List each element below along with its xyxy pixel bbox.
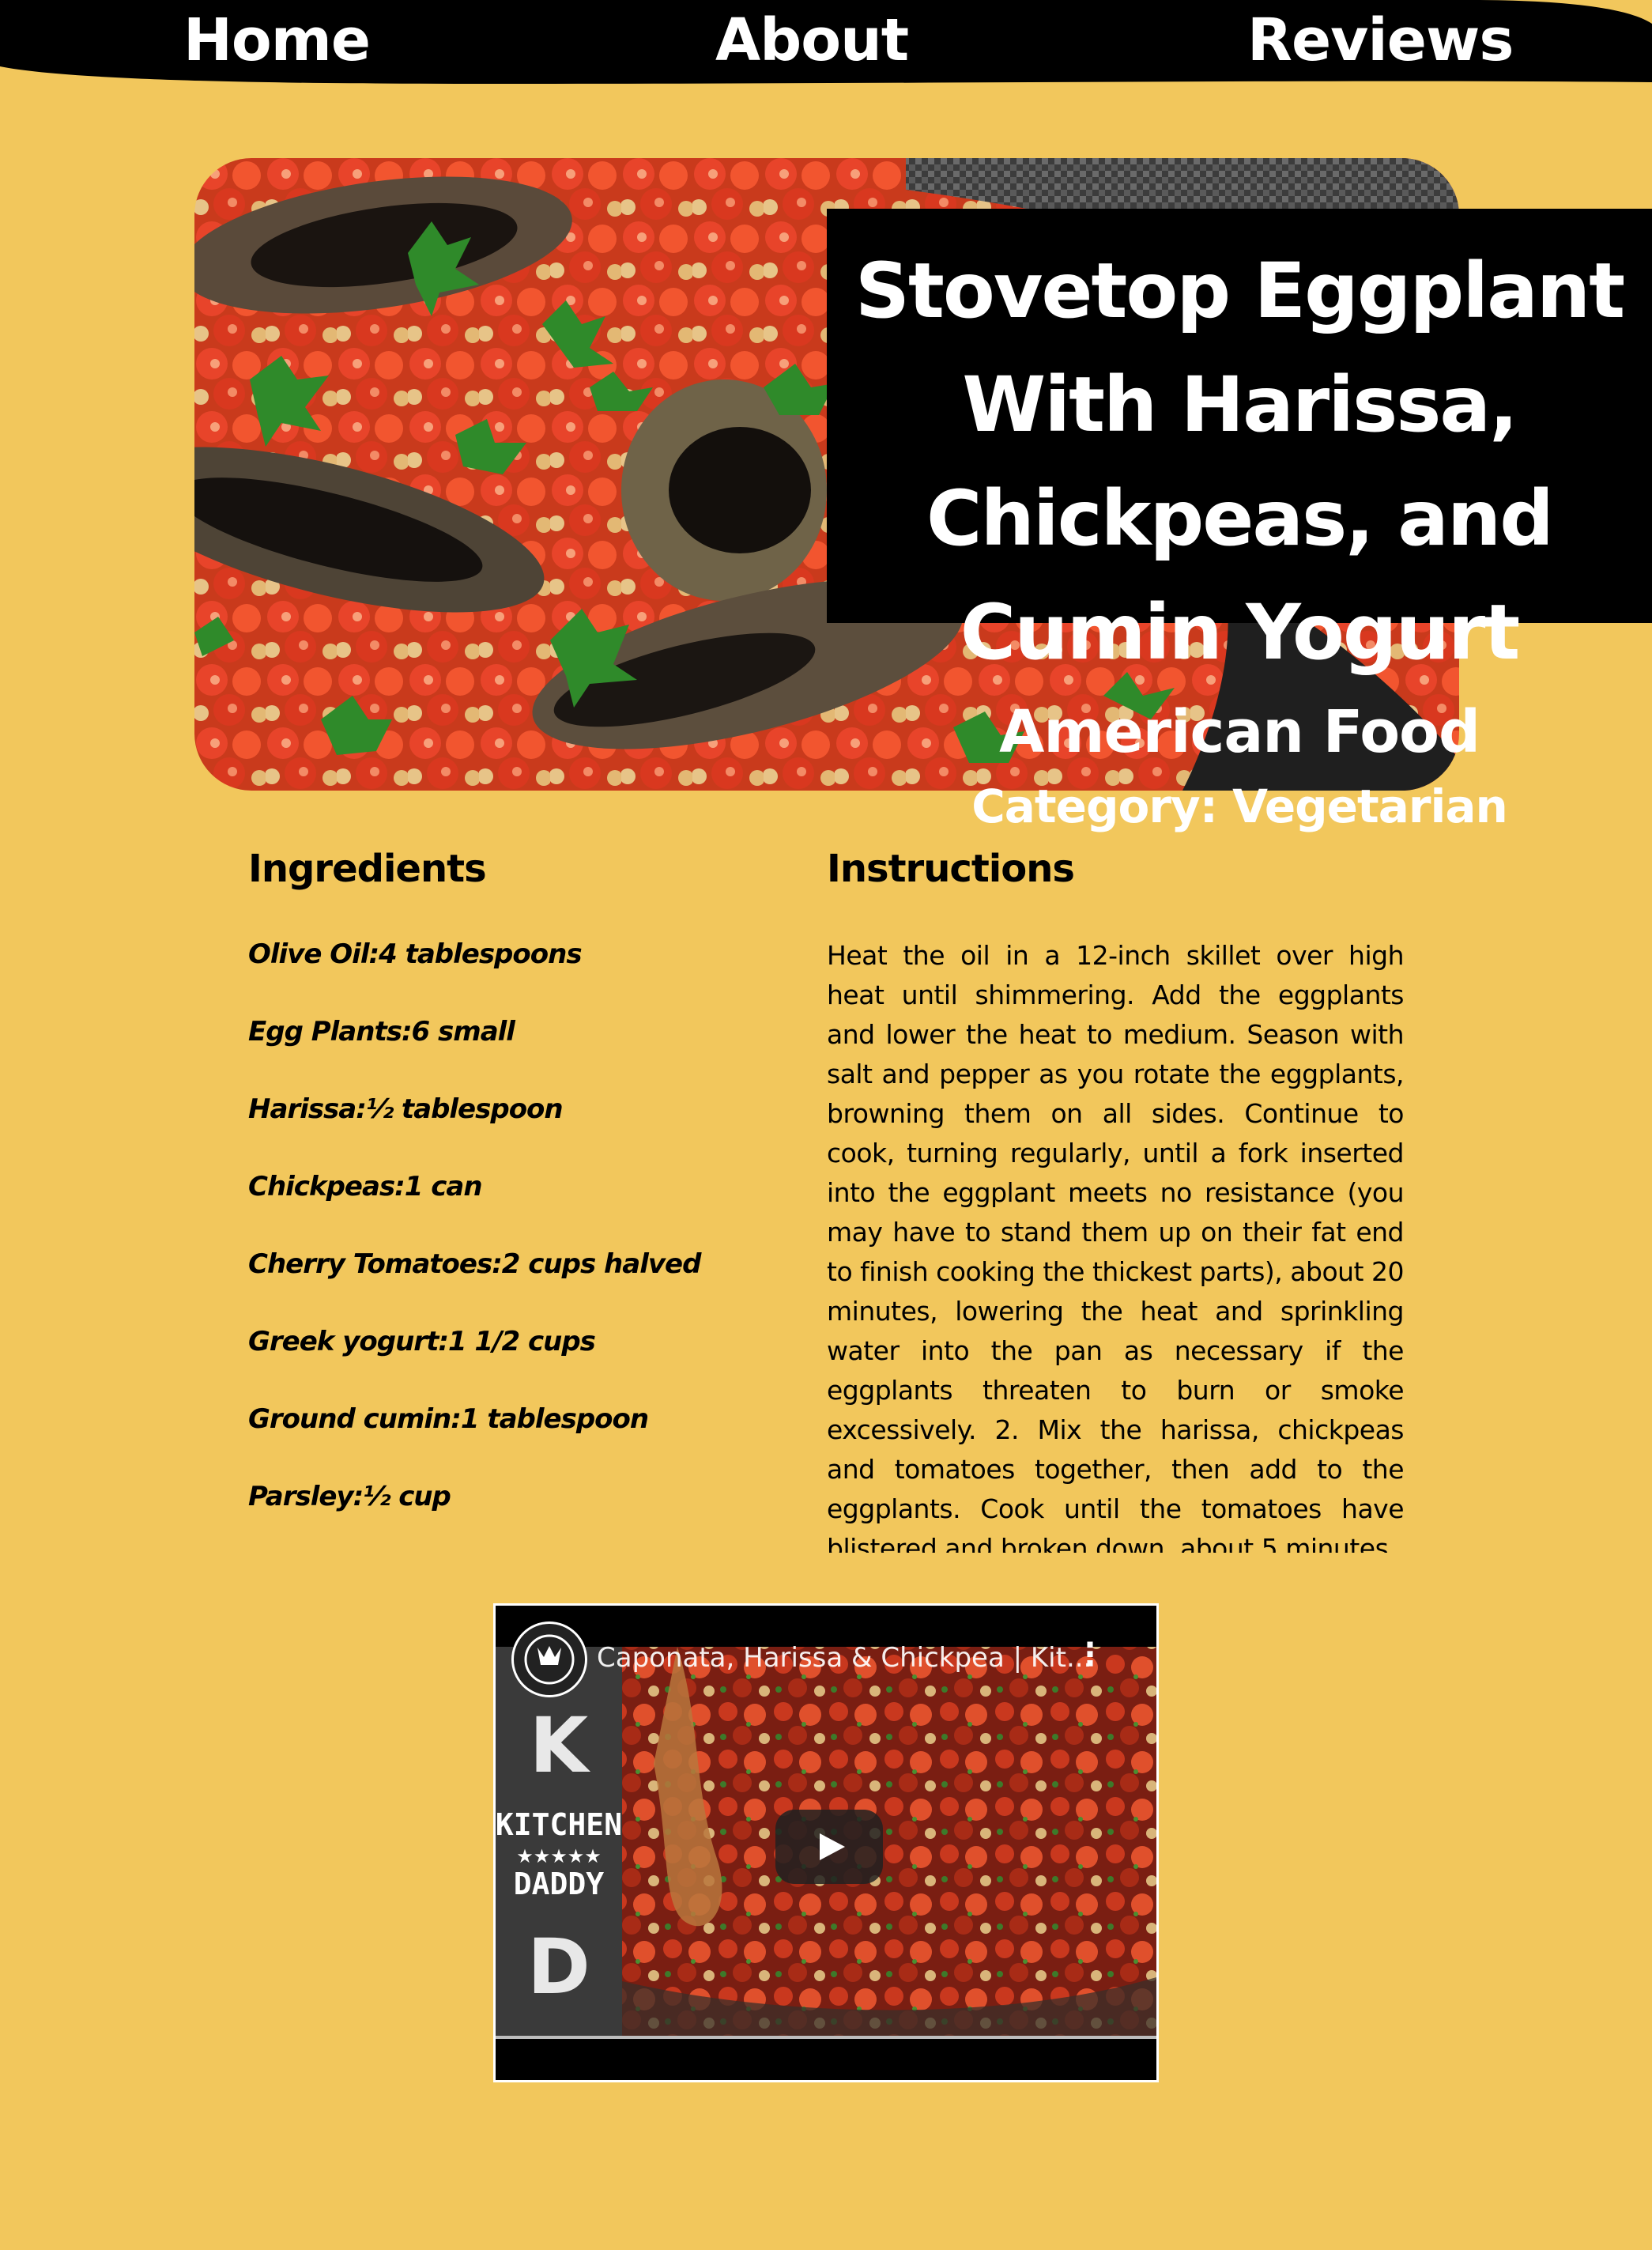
ingredient-item: Cherry Tomatoes:2 cups halved: [248, 1248, 701, 1280]
svg-text:KITCHEN: KITCHEN: [496, 1807, 622, 1842]
ingredient-item: Ground cumin:1 tablespoon: [248, 1403, 649, 1435]
ingredients-heading: Ingredients: [248, 847, 487, 891]
svg-text:★★★★★: ★★★★★: [516, 1845, 602, 1867]
meal-category: Category: Vegetarian: [971, 780, 1508, 833]
nav-link-about[interactable]: About: [715, 5, 909, 76]
video-title[interactable]: Caponata, Harissa & Chickpea | Kit...: [597, 1640, 1092, 1675]
video-embed[interactable]: K KITCHEN ★★★★★ DADDY D Caponata, Hariss…: [493, 1603, 1159, 2082]
svg-text:D: D: [527, 1923, 590, 2011]
channel-logo-icon[interactable]: [511, 1621, 587, 1697]
more-vertical-icon[interactable]: ⋮: [1074, 1637, 1106, 1672]
svg-text:DADDY: DADDY: [514, 1867, 605, 1901]
meal-title: Stovetop Eggplant With Harissa, Chickpea…: [854, 247, 1625, 677]
ingredient-item: Parsley:½ cup: [248, 1481, 451, 1512]
ingredient-item: Chickpeas:1 can: [248, 1171, 483, 1202]
top-nav: Home About Reviews: [0, 0, 1652, 85]
instructions-heading: Instructions: [827, 847, 1075, 891]
meal-area: American Food: [999, 698, 1480, 766]
ingredients-list: Olive Oil:4 tablespoons Egg Plants:6 sma…: [248, 934, 754, 1554]
ingredient-item: Harissa:½ tablespoon: [248, 1093, 564, 1125]
ingredient-item: Egg Plants:6 small: [248, 1016, 515, 1048]
instructions-text[interactable]: Heat the oil in a 12-inch skillet over h…: [827, 936, 1404, 1553]
ingredient-item: Olive Oil:4 tablespoons: [248, 938, 583, 970]
svg-text:K: K: [530, 1701, 591, 1790]
play-icon[interactable]: [775, 1810, 883, 1884]
ingredient-item: Greek yogurt:1 1/2 cups: [248, 1326, 596, 1357]
nav-link-home[interactable]: Home: [183, 5, 371, 76]
nav-link-reviews[interactable]: Reviews: [1247, 5, 1514, 76]
